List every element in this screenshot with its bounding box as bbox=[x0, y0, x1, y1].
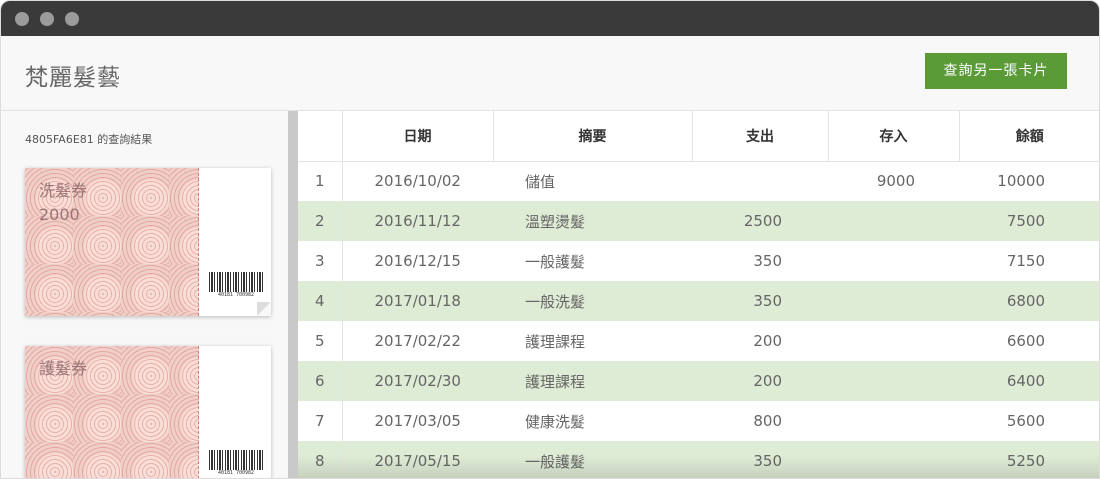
cell-out: 800 bbox=[753, 412, 782, 430]
cell-no: 5 bbox=[298, 321, 343, 361]
barcode-icon: 40181 700982 bbox=[209, 272, 263, 298]
table-row[interactable]: 7 2017/03/05 健康洗髮 800 5600 bbox=[298, 401, 1099, 441]
cell-no: 2 bbox=[298, 201, 343, 241]
page-curl bbox=[257, 302, 271, 316]
voucher-title: 護髮券 bbox=[39, 359, 88, 378]
table-header-row: 日期 摘要 支出 存入 餘額 bbox=[298, 111, 1099, 162]
query-another-card-button[interactable]: 查詢另一張卡片 bbox=[925, 53, 1067, 89]
cell-out: 350 bbox=[692, 441, 828, 478]
cell-in bbox=[828, 321, 959, 361]
cell-out: 2500 bbox=[692, 201, 828, 241]
window-close-dot[interactable] bbox=[15, 12, 29, 26]
cell-date: 2017/02/30 bbox=[342, 361, 493, 401]
cell-in bbox=[828, 441, 959, 478]
cell-in bbox=[828, 281, 959, 321]
cell-in bbox=[828, 201, 959, 241]
page-title: 梵麗髮藝 bbox=[25, 65, 121, 91]
cell-no: 1 bbox=[298, 161, 343, 201]
column-header-date[interactable]: 日期 bbox=[342, 111, 494, 162]
transactions-table: 日期 摘要 支出 存入 餘額 1 2016/10/02 儲值 9000 10000 2 20… bbox=[298, 111, 1099, 478]
cell-no: 6 bbox=[298, 361, 343, 401]
cell-bal: 6400 bbox=[959, 361, 1099, 401]
voucher-title: 洗髮券 bbox=[39, 181, 88, 200]
window-titlebar bbox=[1, 1, 1099, 36]
barcode-number: 40181 700982 bbox=[217, 292, 255, 298]
cell-no: 8 bbox=[298, 441, 343, 478]
cell-desc: 健康洗髮 bbox=[525, 412, 586, 431]
cell-no: 3 bbox=[298, 241, 343, 281]
cell-in bbox=[828, 241, 959, 281]
cell-bal: 7500 bbox=[959, 201, 1099, 241]
table-body: 1 2016/10/02 儲值 9000 10000 2 2016/11/12 溫塑燙髮 250… bbox=[298, 161, 1099, 478]
cell-date: 2017/02/22 bbox=[374, 332, 461, 350]
cell-bal: 6800 bbox=[959, 281, 1099, 321]
column-header-expense[interactable]: 支出 bbox=[692, 111, 829, 162]
voucher-card[interactable]: 洗髮券 2000 40181 700982 bbox=[25, 168, 271, 316]
cell-in bbox=[828, 401, 959, 441]
cell-out: 200 bbox=[692, 361, 828, 401]
cell-desc: 一般洗髮 bbox=[493, 281, 692, 321]
cell-desc: 護理課程 bbox=[525, 332, 586, 351]
cell-bal: 10000 bbox=[997, 172, 1045, 191]
cell-date: 2016/12/15 bbox=[374, 252, 461, 270]
sidebar: 4805FA6E81 的查詢結果 洗髮券 2000 40181 700982 護… bbox=[1, 111, 288, 478]
cell-bal: 6600 bbox=[1006, 332, 1045, 350]
cell-desc: 一般護髮 bbox=[525, 252, 586, 271]
cell-out: 350 bbox=[692, 281, 828, 321]
cell-desc: 儲值 bbox=[525, 172, 556, 191]
cell-desc: 溫塑燙髮 bbox=[493, 201, 692, 241]
column-header-index bbox=[298, 111, 343, 162]
cell-date: 2016/10/02 bbox=[374, 172, 461, 191]
app-window: 梵麗髮藝 查詢另一張卡片 4805FA6E81 的查詢結果 洗髮券 2000 4… bbox=[0, 0, 1100, 479]
barcode-number: 40181 700982 bbox=[217, 470, 255, 476]
panel-splitter[interactable] bbox=[288, 111, 298, 478]
barcode-icon: 40181 700982 bbox=[209, 450, 263, 476]
column-header-deposit[interactable]: 存入 bbox=[828, 111, 960, 162]
table-row[interactable]: 3 2016/12/15 一般護髮 350 7150 bbox=[298, 241, 1099, 281]
cell-date: 2017/03/05 bbox=[374, 412, 461, 430]
cell-no: 7 bbox=[298, 401, 343, 441]
voucher-card[interactable]: 護髮券 40181 700982 bbox=[25, 346, 271, 478]
cell-bal: 5250 bbox=[959, 441, 1099, 478]
result-caption: 4805FA6E81 的查詢結果 bbox=[25, 133, 153, 146]
table-row[interactable]: 5 2017/02/22 護理課程 200 6600 bbox=[298, 321, 1099, 361]
table-row[interactable]: 1 2016/10/02 儲值 9000 10000 bbox=[298, 161, 1099, 201]
cell-bal: 7150 bbox=[1006, 252, 1045, 270]
cell-in: 9000 bbox=[876, 172, 915, 191]
cell-out: 200 bbox=[753, 332, 782, 350]
page-header: 梵麗髮藝 查詢另一張卡片 bbox=[1, 36, 1099, 111]
table-row[interactable]: 8 2017/05/15 一般護髮 350 5250 bbox=[298, 441, 1099, 478]
voucher-amount: 2000 bbox=[39, 205, 80, 224]
window-maximize-dot[interactable] bbox=[65, 12, 79, 26]
column-header-balance[interactable]: 餘額 bbox=[959, 111, 1099, 162]
cell-in bbox=[828, 361, 959, 401]
cell-date: 2016/11/12 bbox=[342, 201, 493, 241]
transactions-table-container: 日期 摘要 支出 存入 餘額 1 2016/10/02 儲值 9000 10000 2 20… bbox=[298, 111, 1099, 478]
cell-bal: 5600 bbox=[1006, 412, 1045, 430]
table-row[interactable]: 4 2017/01/18 一般洗髮 350 6800 bbox=[298, 281, 1099, 321]
column-header-summary[interactable]: 摘要 bbox=[493, 111, 693, 162]
table-row[interactable]: 2 2016/11/12 溫塑燙髮 2500 7500 bbox=[298, 201, 1099, 241]
cell-out: 350 bbox=[753, 252, 782, 270]
cell-no: 4 bbox=[298, 281, 343, 321]
cell-out bbox=[692, 161, 828, 201]
cell-date: 2017/01/18 bbox=[342, 281, 493, 321]
cell-desc: 一般護髮 bbox=[493, 441, 692, 478]
window-minimize-dot[interactable] bbox=[40, 12, 54, 26]
cell-desc: 護理課程 bbox=[493, 361, 692, 401]
table-row[interactable]: 6 2017/02/30 護理課程 200 6400 bbox=[298, 361, 1099, 401]
cell-date: 2017/05/15 bbox=[342, 441, 493, 478]
